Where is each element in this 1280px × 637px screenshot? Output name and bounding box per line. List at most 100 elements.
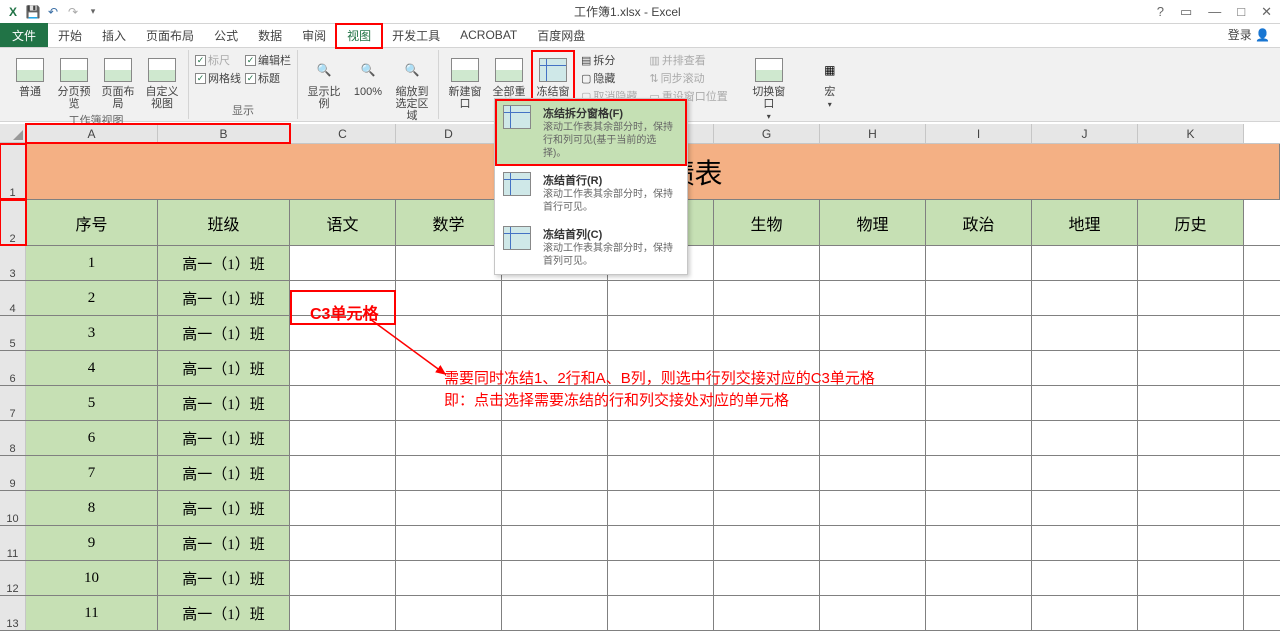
data-cell[interactable]: 11 — [26, 596, 158, 630]
tab-review[interactable]: 审阅 — [292, 23, 336, 47]
header-cell[interactable]: 地理 — [1032, 200, 1138, 245]
data-cell[interactable]: 高一（1）班 — [158, 386, 290, 420]
close-icon[interactable]: ✕ — [1257, 4, 1276, 20]
data-cell[interactable] — [290, 456, 396, 490]
data-cell[interactable] — [290, 491, 396, 525]
data-cell[interactable] — [714, 526, 820, 560]
col-header[interactable]: K — [1138, 124, 1244, 143]
data-cell[interactable]: 4 — [26, 351, 158, 385]
row-header[interactable]: 4 — [0, 281, 26, 315]
data-cell[interactable] — [608, 491, 714, 525]
undo-icon[interactable]: ↶ — [44, 3, 62, 21]
minimize-icon[interactable]: — — [1204, 4, 1225, 20]
data-cell[interactable]: 1 — [26, 246, 158, 280]
data-cell[interactable] — [820, 491, 926, 525]
data-cell[interactable] — [1138, 561, 1244, 595]
data-cell[interactable] — [608, 316, 714, 350]
data-cell[interactable] — [820, 596, 926, 630]
tab-developer[interactable]: 开发工具 — [382, 23, 450, 47]
data-cell[interactable] — [290, 246, 396, 280]
data-cell[interactable]: 2 — [26, 281, 158, 315]
col-header-a[interactable]: A — [26, 124, 158, 143]
row-header[interactable]: 12 — [0, 561, 26, 595]
btn-split[interactable]: ▤ 拆分 — [581, 52, 637, 68]
data-cell[interactable] — [1032, 421, 1138, 455]
header-cell[interactable]: 物理 — [820, 200, 926, 245]
data-cell[interactable] — [396, 316, 502, 350]
data-cell[interactable]: 7 — [26, 456, 158, 490]
col-header[interactable]: H — [820, 124, 926, 143]
data-cell[interactable] — [290, 596, 396, 630]
data-cell[interactable] — [290, 316, 396, 350]
help-icon[interactable]: ? — [1153, 4, 1168, 20]
data-cell[interactable] — [820, 526, 926, 560]
row-header[interactable]: 3 — [0, 246, 26, 280]
data-cell[interactable] — [820, 351, 926, 385]
data-cell[interactable] — [608, 421, 714, 455]
data-cell[interactable] — [502, 316, 608, 350]
data-cell[interactable] — [926, 596, 1032, 630]
btn-100pct[interactable]: 🔍100% — [348, 52, 388, 100]
data-cell[interactable]: 高一（1）班 — [158, 456, 290, 490]
data-cell[interactable] — [1032, 561, 1138, 595]
data-cell[interactable] — [820, 456, 926, 490]
data-cell[interactable]: 5 — [26, 386, 158, 420]
btn-pagebreak-preview[interactable]: 分页预览 — [54, 52, 94, 112]
btn-page-layout[interactable]: 页面布局 — [98, 52, 138, 112]
header-cell[interactable]: 语文 — [290, 200, 396, 245]
data-cell[interactable] — [926, 561, 1032, 595]
chk-formula-bar[interactable]: ✓编辑栏 — [245, 52, 291, 68]
data-cell[interactable] — [926, 421, 1032, 455]
data-cell[interactable] — [608, 456, 714, 490]
data-cell[interactable] — [608, 351, 714, 385]
header-cell[interactable]: 历史 — [1138, 200, 1244, 245]
chk-headings[interactable]: ✓标题 — [245, 70, 291, 86]
data-cell[interactable] — [714, 386, 820, 420]
data-cell[interactable]: 高一（1）班 — [158, 316, 290, 350]
data-cell[interactable] — [1138, 386, 1244, 420]
data-cell[interactable] — [502, 421, 608, 455]
data-cell[interactable] — [714, 281, 820, 315]
tab-file[interactable]: 文件 — [0, 23, 48, 47]
data-cell[interactable] — [608, 561, 714, 595]
btn-new-window[interactable]: 新建窗口 — [445, 52, 485, 112]
data-cell[interactable] — [1032, 316, 1138, 350]
data-cell[interactable] — [1032, 596, 1138, 630]
data-cell[interactable] — [290, 281, 396, 315]
data-cell[interactable] — [926, 351, 1032, 385]
chk-gridlines[interactable]: ✓网格线 — [195, 70, 241, 86]
data-cell[interactable] — [502, 386, 608, 420]
row-header[interactable]: 6 — [0, 351, 26, 385]
data-cell[interactable] — [502, 561, 608, 595]
data-cell[interactable] — [926, 491, 1032, 525]
btn-zoom[interactable]: 🔍显示比例 — [304, 52, 344, 112]
row-header[interactable]: 1 — [0, 144, 26, 199]
data-cell[interactable] — [926, 316, 1032, 350]
data-cell[interactable] — [1138, 281, 1244, 315]
data-cell[interactable] — [1138, 351, 1244, 385]
data-cell[interactable]: 高一（1）班 — [158, 561, 290, 595]
tab-acrobat[interactable]: ACROBAT — [450, 23, 527, 47]
header-cell[interactable]: 政治 — [926, 200, 1032, 245]
data-cell[interactable] — [396, 351, 502, 385]
data-cell[interactable] — [396, 491, 502, 525]
row-header[interactable]: 8 — [0, 421, 26, 455]
redo-icon[interactable]: ↷ — [64, 3, 82, 21]
btn-custom-views[interactable]: 自定义视图 — [142, 52, 182, 112]
save-icon[interactable]: 💾 — [24, 3, 42, 21]
tab-formulas[interactable]: 公式 — [204, 23, 248, 47]
col-header[interactable]: J — [1032, 124, 1138, 143]
data-cell[interactable] — [1032, 386, 1138, 420]
col-header[interactable]: D — [396, 124, 502, 143]
data-cell[interactable] — [396, 386, 502, 420]
data-cell[interactable] — [290, 526, 396, 560]
data-cell[interactable]: 3 — [26, 316, 158, 350]
btn-hide[interactable]: ▢ 隐藏 — [581, 70, 637, 86]
data-cell[interactable]: 高一（1）班 — [158, 281, 290, 315]
data-cell[interactable] — [1032, 526, 1138, 560]
col-header-b[interactable]: B — [158, 124, 290, 143]
data-cell[interactable] — [290, 386, 396, 420]
header-cell[interactable]: 数学 — [396, 200, 502, 245]
data-cell[interactable] — [820, 281, 926, 315]
menu-freeze-top-row[interactable]: 冻结首行(R)滚动工作表其余部分时，保持首行可见。 — [495, 166, 687, 220]
